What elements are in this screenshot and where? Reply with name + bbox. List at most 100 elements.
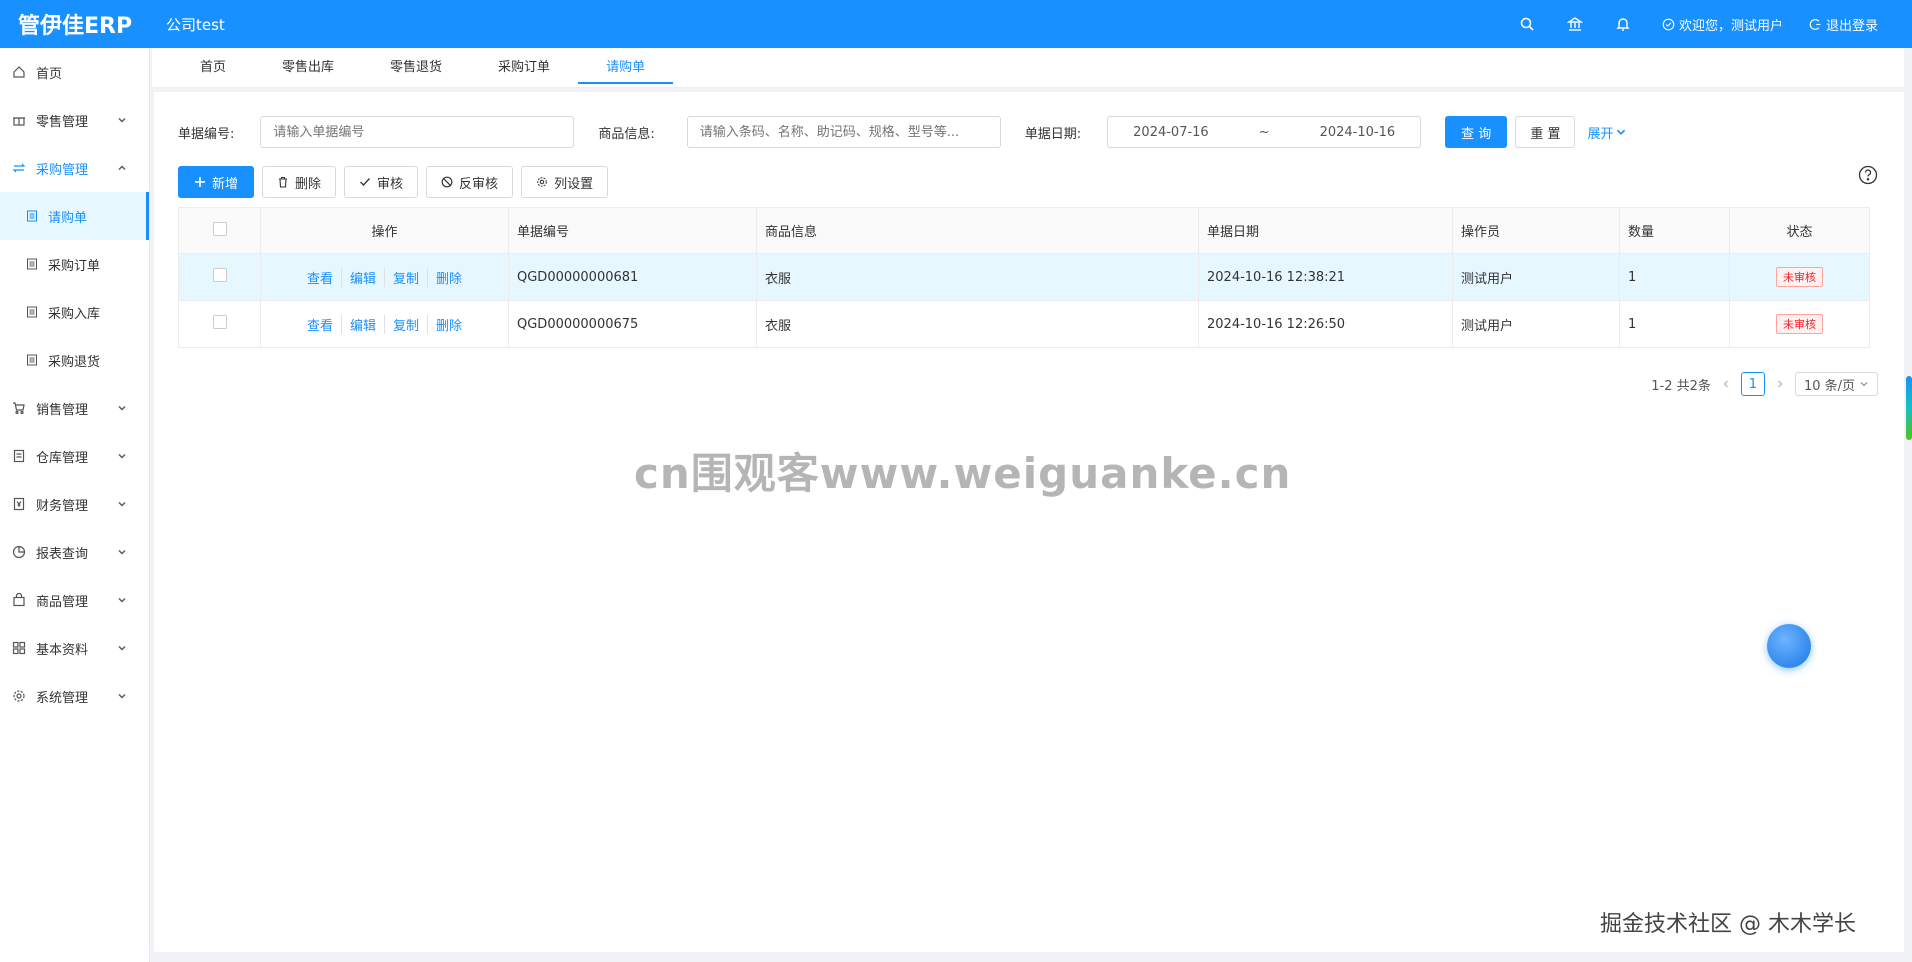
edit-link[interactable]: 编辑: [342, 314, 385, 334]
user-welcome[interactable]: 欢迎您，测试用户: [1662, 15, 1783, 34]
logout-button[interactable]: 退出登录: [1809, 15, 1878, 34]
bill-no-cell: QGD00000000675: [508, 300, 757, 348]
search-icon[interactable]: [1518, 15, 1536, 33]
chevron-up-icon: [117, 163, 127, 173]
goods-label: 商品信息:: [598, 126, 655, 142]
bell-icon[interactable]: [1614, 15, 1632, 33]
date-cell: 2024-10-16 12:38:21: [1198, 253, 1453, 301]
operator-cell: 测试用户: [1452, 253, 1620, 301]
sidebar-item-label: 系统管理: [36, 690, 89, 706]
sidebar-item-home[interactable]: 首页: [0, 48, 149, 96]
sidebar-item-warehouse[interactable]: 仓库管理: [0, 432, 149, 480]
sidebar-item-label: 首页: [36, 66, 63, 82]
date-range-picker[interactable]: 2024-07-16 ~ 2024-10-16: [1107, 116, 1422, 148]
status-badge: 未审核: [1776, 267, 1823, 287]
gift-icon: [12, 113, 26, 127]
tab-retail-out[interactable]: 零售出库: [254, 48, 362, 88]
edit-link[interactable]: 编辑: [342, 267, 385, 287]
expand-toggle[interactable]: 展开: [1587, 123, 1627, 142]
sidebar-subitem-purchase-in[interactable]: 采购入库: [0, 288, 149, 336]
sidebar-item-label: 商品管理: [36, 594, 89, 610]
copy-link[interactable]: 复制: [385, 314, 429, 334]
sidebar-subitem-label: 采购入库: [48, 306, 101, 322]
document-icon: [26, 354, 38, 366]
help-icon[interactable]: [1858, 165, 1878, 185]
sidebar-item-label: 报表查询: [36, 546, 89, 562]
row-checkbox[interactable]: [212, 268, 227, 282]
check-icon: [360, 178, 371, 186]
view-link[interactable]: 查看: [299, 314, 342, 334]
unaudit-button[interactable]: 反审核: [426, 166, 514, 198]
chevron-right-icon[interactable]: [1775, 379, 1785, 389]
sidebar-item-basic[interactable]: 基本资料: [0, 624, 149, 672]
copy-link[interactable]: 复制: [385, 267, 429, 287]
reset-button[interactable]: 重 置: [1515, 116, 1576, 148]
cart-icon: [12, 401, 26, 415]
chevron-left-icon[interactable]: [1721, 379, 1731, 389]
view-link[interactable]: 查看: [299, 267, 342, 287]
col-header-operator[interactable]: 操作员: [1452, 207, 1620, 254]
qty-cell: 1: [1619, 253, 1730, 301]
tab-home[interactable]: 首页: [172, 48, 254, 88]
bill-no-input[interactable]: [260, 116, 575, 148]
table-row[interactable]: 查看 编辑 复制 删除 QGD00000000681 衣服 2024-10-16…: [178, 253, 1870, 301]
query-button[interactable]: 查 询: [1445, 116, 1508, 148]
home-icon: [12, 65, 26, 79]
date-separator: ~: [1258, 124, 1270, 140]
page-size-value: 10 条/页: [1803, 378, 1855, 394]
sidebar-subitem-requisition[interactable]: 请购单: [0, 192, 149, 240]
sidebar-subitem-label: 采购订单: [48, 258, 101, 274]
goods-input[interactable]: [686, 116, 1001, 148]
sidebar-item-reports[interactable]: 报表查询: [0, 528, 149, 576]
chevron-down-icon: [1860, 382, 1868, 387]
col-header-status[interactable]: 状态: [1729, 207, 1870, 254]
sidebar-item-label: 财务管理: [36, 498, 89, 514]
bill-no-label: 单据编号:: [178, 126, 235, 142]
audit-button[interactable]: 审核: [344, 166, 419, 198]
floating-action-button[interactable]: [1767, 624, 1811, 668]
credit-watermark: 掘金技术社区 @ 木木学长: [1600, 912, 1856, 937]
sidebar-item-system[interactable]: 系统管理: [0, 672, 149, 720]
date-label: 单据日期:: [1024, 126, 1082, 142]
delete-link[interactable]: 删除: [428, 268, 470, 287]
tab-retail-return[interactable]: 零售退货: [362, 48, 470, 88]
goods-cell: 衣服: [756, 300, 1199, 348]
sidebar-subitem-purchase-order[interactable]: 采购订单: [0, 240, 149, 288]
table-row[interactable]: 查看 编辑 复制 删除 QGD00000000675 衣服 2024-10-16…: [178, 300, 1870, 348]
page-number-current[interactable]: 1: [1740, 372, 1765, 396]
tab-requisition[interactable]: 请购单: [578, 48, 674, 88]
add-button[interactable]: 新增: [178, 166, 255, 198]
status-cell: 未审核: [1729, 300, 1870, 348]
sidebar-item-goods[interactable]: 商品管理: [0, 576, 149, 624]
sidebar-item-sales[interactable]: 销售管理: [0, 384, 149, 432]
sidebar-subitem-purchase-return[interactable]: 采购退货: [0, 336, 149, 384]
delete-button[interactable]: 删除: [262, 166, 337, 198]
welcome-text: 欢迎您，测试用户: [1678, 18, 1783, 34]
select-all-cell: [178, 207, 261, 254]
row-checkbox[interactable]: [212, 315, 227, 329]
add-label: 新增: [212, 176, 239, 192]
filter-bar: 单据编号: 商品信息: 单据日期: 2024-07-16 ~ 2024-10-1…: [178, 116, 1627, 148]
date-start: 2024-07-16: [1133, 124, 1209, 140]
col-header-date[interactable]: 单据日期: [1198, 207, 1453, 254]
row-ops-cell: 查看 编辑 复制 删除: [260, 253, 509, 301]
col-header-goods[interactable]: 商品信息: [756, 207, 1199, 254]
column-settings-label: 列设置: [554, 176, 594, 192]
sidebar-item-finance[interactable]: 财务管理: [0, 480, 149, 528]
gear-icon: [12, 689, 26, 703]
delete-link[interactable]: 删除: [428, 315, 470, 334]
col-header-qty[interactable]: 数量: [1619, 207, 1730, 254]
chevron-down-icon: [117, 643, 127, 653]
col-header-bill-no[interactable]: 单据编号: [508, 207, 757, 254]
select-all-checkbox[interactable]: [212, 221, 227, 236]
column-settings-button[interactable]: 列设置: [521, 166, 609, 198]
logout-icon: [1809, 18, 1821, 30]
sidebar-item-retail[interactable]: 零售管理: [0, 96, 149, 144]
chevron-down-icon: [117, 499, 127, 509]
bill-no-cell: QGD00000000681: [508, 253, 757, 301]
sidebar-item-purchase[interactable]: 采购管理: [0, 144, 149, 192]
unaudit-label: 反审核: [459, 176, 499, 192]
bank-icon[interactable]: [1566, 15, 1584, 33]
tab-purchase-order[interactable]: 采购订单: [470, 48, 578, 88]
page-size-select[interactable]: 10 条/页: [1794, 372, 1878, 396]
